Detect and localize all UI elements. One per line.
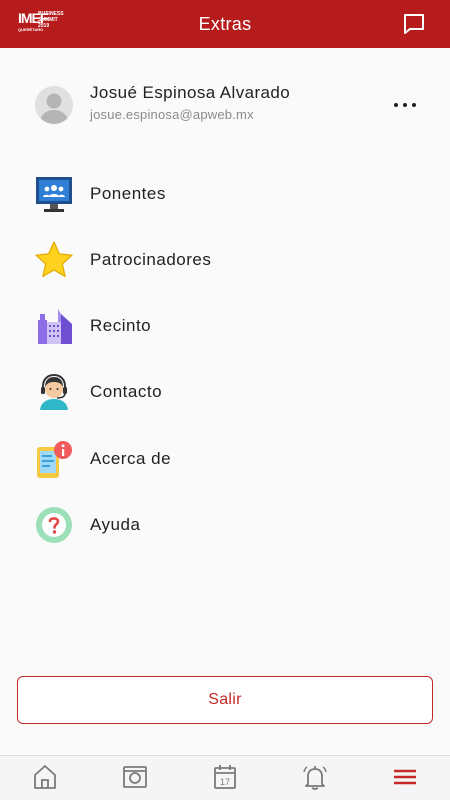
more-options-button[interactable] [392, 92, 418, 118]
more-dot [403, 103, 407, 107]
menu-item-label: Patrocinadores [90, 250, 212, 269]
menu-item-label: Recinto [90, 316, 152, 335]
phone-info-icon [37, 441, 72, 478]
building-icon [38, 309, 72, 344]
user-name: Josué Espinosa Alvarado [90, 83, 291, 102]
star-icon [35, 241, 73, 278]
bell-icon [303, 766, 327, 790]
imef-logo: IMEF BUSINESS SUMMIT 2019 QUERÉTARO [18, 10, 68, 36]
menu-item-label: Ponentes [90, 184, 166, 203]
speakers-screen-icon [36, 177, 72, 212]
logout-button[interactable]: Salir [17, 676, 433, 724]
logout-label: Salir [208, 691, 242, 708]
more-dot [394, 103, 398, 107]
menu-item-ponentes[interactable]: Ponentes [0, 166, 450, 222]
profile-row: Josué Espinosa Alvarado josue.espinosa@a… [0, 78, 450, 134]
user-avatar-icon [35, 86, 73, 124]
question-icon [36, 507, 72, 543]
page-title: Extras [198, 13, 252, 34]
user-email: josue.espinosa@apweb.mx [90, 107, 254, 122]
logo-foot-text: QUERÉTARO [18, 27, 44, 32]
menu-item-acerca-de[interactable]: Acerca de [0, 431, 450, 487]
menu-item-patrocinadores[interactable]: Patrocinadores [0, 232, 450, 288]
menu-item-recinto[interactable]: Recinto [0, 298, 450, 354]
camera-icon [123, 766, 147, 788]
menu-item-label: Acerca de [90, 449, 172, 468]
menu-item-label: Contacto [90, 382, 163, 401]
nav-camera[interactable] [120, 762, 150, 792]
more-dot [412, 103, 416, 107]
menu-item-label: Ayuda [90, 515, 141, 534]
top-app-bar: IMEF BUSINESS SUMMIT 2019 QUERÉTARO Extr… [0, 0, 450, 48]
calendar-icon: 17 [214, 765, 236, 789]
menu-item-contacto[interactable]: Contacto [0, 364, 450, 420]
chat-button[interactable] [402, 12, 426, 36]
nav-calendar[interactable]: 17 [210, 762, 240, 792]
support-agent-icon [40, 373, 68, 410]
avatar[interactable] [35, 86, 73, 124]
nav-notifications[interactable] [300, 762, 330, 792]
nav-menu[interactable] [390, 762, 420, 792]
bottom-navigation: 17 [0, 755, 450, 800]
hamburger-menu-icon [394, 769, 416, 785]
menu-item-ayuda[interactable]: Ayuda [0, 497, 450, 553]
calendar-day: 17 [220, 777, 230, 787]
nav-home[interactable] [30, 762, 60, 792]
chat-bubble-icon [404, 14, 424, 34]
home-icon [34, 765, 56, 789]
